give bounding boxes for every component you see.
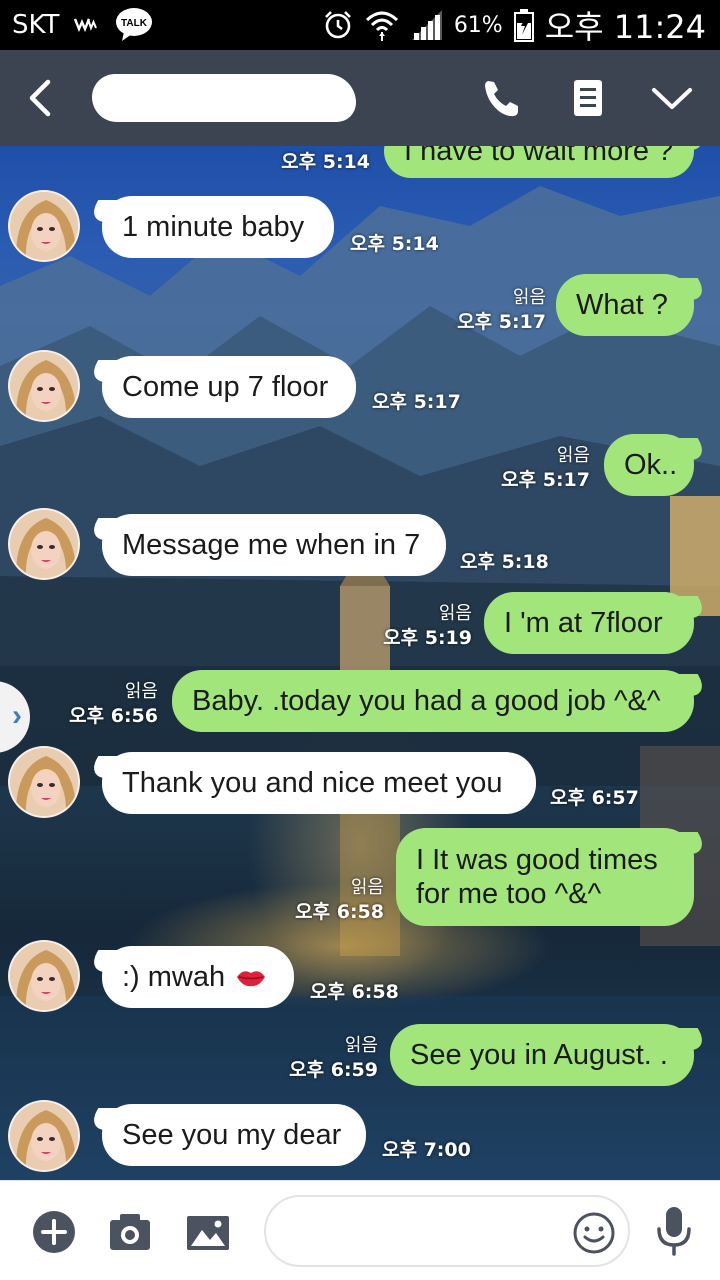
message-bubble-in[interactable]: :) mwah [102, 946, 294, 1008]
chat-header [0, 50, 720, 146]
camera-icon[interactable] [108, 1210, 152, 1254]
message-bubble-out[interactable]: I 'm at 7floor [484, 592, 694, 654]
message-time: 오후 5:18 [460, 551, 549, 573]
message-bubble-in[interactable]: Come up 7 floor [102, 356, 356, 418]
notes-icon[interactable] [566, 76, 610, 120]
chat-area[interactable]: I have to wait more ? 오후 5:14 1 minute b… [0, 146, 720, 1180]
message-text: I It was good times for me too ^&^ [416, 844, 658, 910]
carrier-label: SKT [12, 10, 60, 40]
lips-icon [237, 971, 266, 987]
battery-icon [513, 9, 534, 42]
plus-icon[interactable] [32, 1210, 76, 1254]
message-bubble-out[interactable]: See you in August. . [390, 1024, 694, 1086]
message-time: 오후 5:14 [281, 151, 370, 173]
image-icon[interactable] [186, 1210, 230, 1254]
message-text: What ? [576, 289, 668, 321]
message-bubble-in[interactable]: See you my dear [102, 1104, 366, 1166]
message-meta: 오후 5:17 [372, 390, 461, 414]
message-text: :) mwah [122, 961, 226, 993]
alarm-icon [324, 11, 351, 39]
message-text: See you in August. . [410, 1039, 668, 1071]
message-text: Come up 7 floor [122, 371, 329, 403]
message-time: 오후 7:00 [382, 1139, 471, 1161]
drawer-chevron-icon: › [12, 699, 22, 732]
message-text: Message me when in 7 [122, 529, 421, 561]
message-time: 오후 5:17 [372, 391, 461, 413]
message-time: 오후 6:59 [289, 1059, 378, 1081]
chevron-down-icon[interactable] [650, 76, 694, 120]
message-text: Ok.. [624, 449, 678, 481]
read-receipt: 읽음 [344, 1035, 378, 1056]
message-bubble-in[interactable]: 1 minute baby [102, 196, 334, 258]
status-bar: SKT TALK 61% 오후 11:24 [0, 0, 720, 50]
message-meta: 읽음오후 5:17 [501, 444, 590, 492]
avatar[interactable] [8, 1100, 80, 1172]
back-icon[interactable] [22, 76, 62, 120]
read-receipt: 읽음 [124, 681, 158, 702]
message-text: See you my dear [122, 1119, 342, 1151]
read-receipt: 읽음 [438, 603, 472, 624]
message-meta: 읽음오후 5:19 [383, 602, 472, 650]
message-bubble-out[interactable]: What ? [556, 274, 694, 336]
message-meta: 오후 6:58 [310, 980, 399, 1004]
message-text: I have to wait more ? [404, 146, 674, 167]
avatar[interactable] [8, 508, 80, 580]
phone-icon[interactable] [480, 76, 524, 120]
message-bubble-in[interactable]: Message me when in 7 [102, 514, 446, 576]
signal-icon [411, 10, 442, 40]
message-time: 오후 5:17 [501, 469, 590, 491]
avatar[interactable] [8, 350, 80, 422]
message-bubble-out[interactable]: I It was good times for me too ^&^ [396, 828, 694, 926]
contact-name-redacted [92, 74, 356, 122]
message-time: 오후 5:14 [350, 233, 439, 255]
avatar[interactable] [8, 190, 80, 262]
message-bubble-out[interactable]: Baby. .today you had a good job ^&^ [172, 670, 694, 732]
avatar[interactable] [8, 940, 80, 1012]
message-meta: 오후 7:00 [382, 1138, 471, 1162]
message-meta: 오후 5:14 [350, 232, 439, 256]
read-receipt: 읽음 [350, 877, 384, 898]
message-bubble-out[interactable]: Ok.. [604, 434, 694, 496]
wifi-icon [365, 11, 398, 41]
message-input[interactable] [286, 1211, 556, 1251]
message-time: 오후 6:58 [295, 901, 384, 923]
message-meta: 읽음오후 5:17 [457, 286, 546, 334]
message-time: 오후 5:17 [457, 311, 546, 333]
w-icon [74, 18, 97, 32]
message-time: 오후 6:58 [310, 981, 399, 1003]
read-receipt: 읽음 [512, 287, 546, 308]
talk-label: TALK [121, 18, 148, 29]
message-time: 오후 6:57 [550, 787, 639, 809]
message-input-bar [0, 1180, 720, 1280]
message-meta: 읽음오후 6:58 [295, 876, 384, 924]
emoji-icon[interactable] [572, 1211, 616, 1255]
read-receipt: 읽음 [556, 445, 590, 466]
message-text: I 'm at 7floor [504, 607, 663, 639]
message-meta: 읽음오후 6:59 [289, 1034, 378, 1082]
talk-icon: TALK [116, 8, 152, 41]
message-text: Baby. .today you had a good job ^&^ [192, 685, 661, 717]
battery-percent: 61% [453, 12, 503, 38]
message-input-field[interactable] [264, 1195, 630, 1267]
message-meta: 오후 6:57 [550, 786, 639, 810]
message-time: 오후 6:56 [69, 705, 158, 727]
message-meta: 오후 5:14 [281, 150, 370, 174]
message-time: 오후 5:19 [383, 627, 472, 649]
clock: 오후 11:24 [544, 8, 706, 46]
message-text: Thank you and nice meet you [122, 767, 503, 799]
message-bubble-out[interactable]: I have to wait more ? [384, 146, 694, 178]
message-text: 1 minute baby [122, 211, 305, 243]
message-bubble-in[interactable]: Thank you and nice meet you [102, 752, 536, 814]
avatar[interactable] [8, 746, 80, 818]
mic-icon[interactable] [652, 1205, 696, 1257]
message-meta: 읽음오후 6:56 [69, 680, 158, 728]
message-meta: 오후 5:18 [460, 550, 549, 574]
